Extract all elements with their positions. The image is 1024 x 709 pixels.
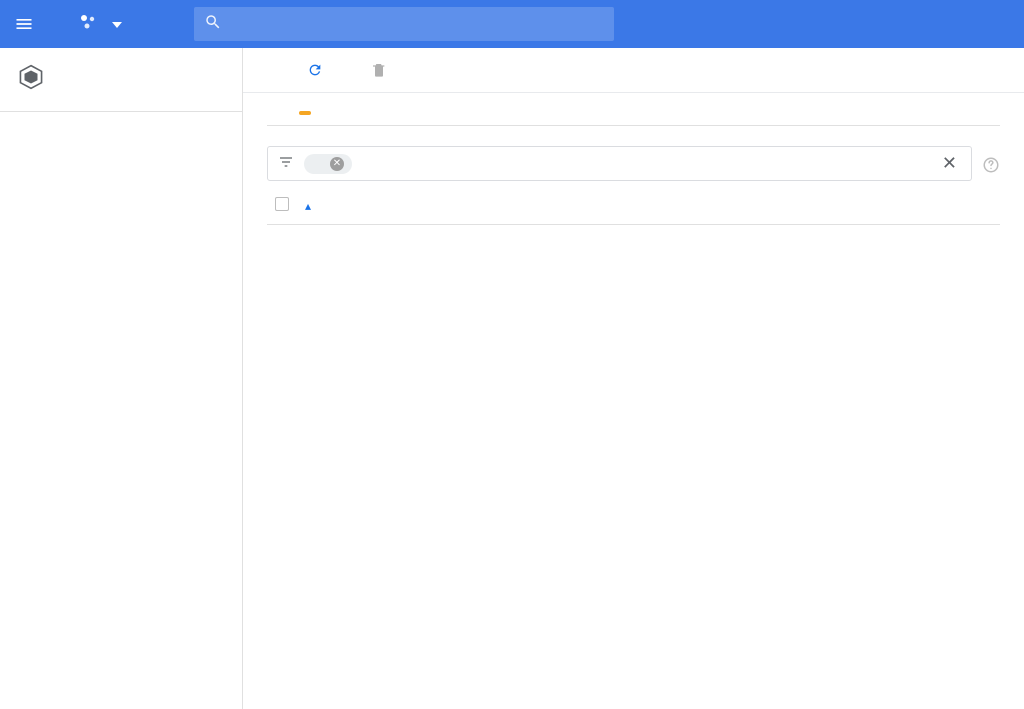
col-cluster[interactable] bbox=[905, 187, 1000, 225]
chip-remove-icon[interactable]: ✕ bbox=[330, 157, 344, 171]
sort-asc-icon: ▴ bbox=[305, 199, 311, 213]
help-icon[interactable] bbox=[982, 156, 1000, 178]
toolbar bbox=[243, 48, 1024, 93]
product-header[interactable] bbox=[0, 48, 242, 112]
main-panel: ✕ ✕ ▴ bbox=[243, 48, 1024, 709]
beta-badge bbox=[299, 111, 311, 115]
col-pods[interactable] bbox=[714, 187, 809, 225]
search-icon bbox=[204, 13, 222, 35]
filter-chip[interactable]: ✕ bbox=[304, 154, 352, 174]
search-input[interactable] bbox=[232, 16, 604, 32]
tab-brokered-services[interactable] bbox=[291, 111, 311, 125]
project-icon bbox=[80, 14, 96, 34]
search-bar[interactable] bbox=[194, 7, 614, 41]
select-all-checkbox[interactable] bbox=[275, 197, 289, 211]
filter-input[interactable] bbox=[362, 156, 928, 171]
delete-button bbox=[371, 62, 395, 78]
col-name[interactable]: ▴ bbox=[297, 187, 428, 225]
tabs bbox=[267, 111, 1000, 126]
clear-filter-icon[interactable]: ✕ bbox=[938, 153, 961, 174]
app-header bbox=[0, 0, 1024, 48]
services-table: ▴ bbox=[267, 187, 1000, 225]
col-type[interactable] bbox=[524, 187, 619, 225]
col-status[interactable] bbox=[428, 187, 523, 225]
filter-bar[interactable]: ✕ ✕ bbox=[267, 146, 972, 181]
sidebar bbox=[0, 48, 243, 709]
kubernetes-icon bbox=[18, 64, 44, 95]
dropdown-icon bbox=[112, 16, 122, 32]
menu-icon[interactable] bbox=[12, 12, 36, 36]
refresh-button[interactable] bbox=[307, 62, 331, 78]
filter-icon bbox=[278, 154, 294, 174]
col-endpoints[interactable] bbox=[619, 187, 714, 225]
col-namespace[interactable] bbox=[809, 187, 904, 225]
project-selector[interactable] bbox=[80, 14, 122, 34]
